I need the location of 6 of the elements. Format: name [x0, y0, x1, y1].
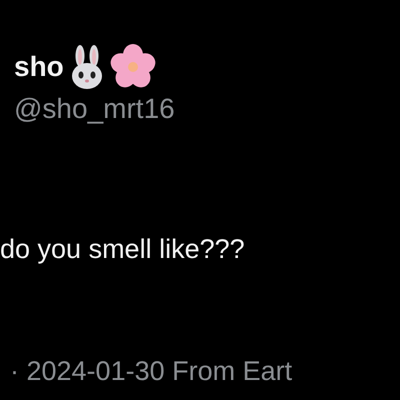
author-handle[interactable]: @sho_mrt16	[14, 92, 400, 126]
blossom-icon	[110, 44, 156, 90]
rabbit-face-icon	[70, 44, 104, 90]
author-name[interactable]: sho	[14, 50, 64, 84]
post-timestamp: · 2024-01-30 From Eart	[10, 355, 294, 388]
post-text: do you smell like???	[0, 233, 246, 266]
